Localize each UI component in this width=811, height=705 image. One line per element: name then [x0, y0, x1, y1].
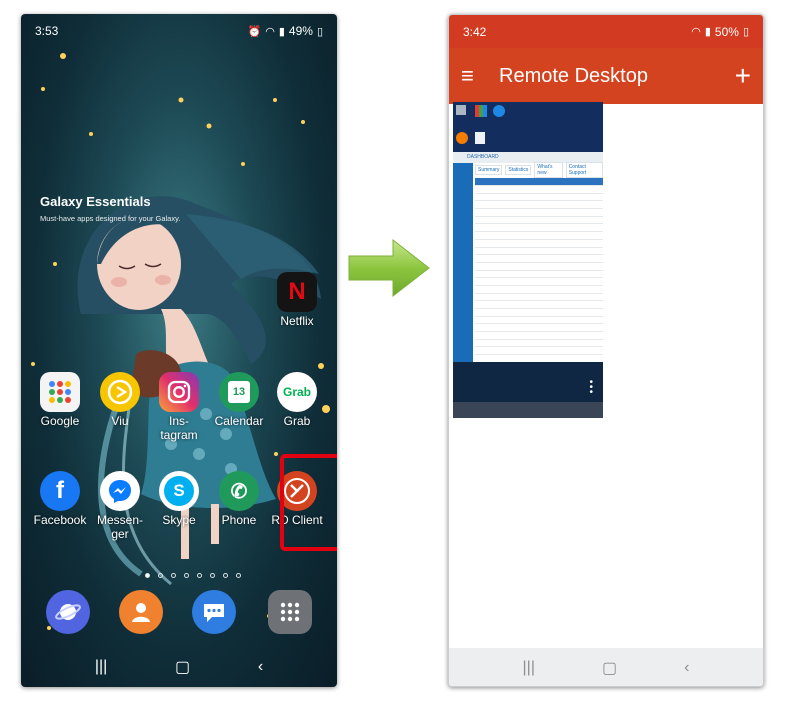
facebook-icon: f: [40, 471, 80, 511]
log-table: [475, 178, 603, 371]
viu-icon: [100, 372, 140, 412]
wifi-icon: ◠: [265, 25, 275, 38]
tab-contact-support: Contact Support: [565, 161, 603, 178]
alarm-icon: ⏰: [247, 25, 262, 38]
signal-icon: ▮: [278, 25, 285, 38]
messages-icon[interactable]: [192, 590, 236, 634]
home-icon[interactable]: ▢: [602, 658, 617, 678]
tab-whats-new: What's new: [534, 161, 563, 178]
app-label: Grab: [283, 414, 311, 428]
app-bar: ≡ Remote Desktop +: [449, 48, 763, 104]
netflix-icon: N: [277, 272, 317, 312]
status-bar: 3:53 ⏰ ◠ ▮ 49% ▯: [21, 14, 337, 48]
fairy-wallpaper: [31, 53, 330, 630]
remote-desktop-background: [453, 102, 603, 158]
remote-taskbar: [453, 402, 603, 418]
battery-icon: ▯: [316, 25, 323, 38]
home-screen-phone: 3:53 ⏰ ◠ ▮ 49% ▯ Galaxy Essentials Must-…: [21, 14, 337, 687]
navigation-bar: ||| ▢ ‹: [21, 647, 337, 687]
remote-desktop-phone: 3:42 ◠ ▮ 50% ▯ ≡ Remote Desktop + DASHBO…: [448, 14, 764, 687]
app-grab[interactable]: Grab Grab: [262, 372, 332, 428]
instagram-icon: [159, 372, 199, 412]
dashboard-window: DASHBOARD Summary Statistics What's new …: [453, 152, 603, 371]
back-icon[interactable]: ‹: [684, 659, 689, 677]
status-bar: 3:42 ◠ ▮ 50% ▯: [449, 15, 763, 48]
app-netflix[interactable]: N Netflix: [262, 272, 332, 328]
galaxy-essentials-widget[interactable]: Galaxy Essentials Must-have apps designe…: [40, 194, 180, 223]
app-title: Remote Desktop: [499, 64, 648, 87]
widget-title: Galaxy Essentials: [40, 194, 151, 209]
wifi-icon: ◠: [691, 26, 701, 38]
battery-percent: 49%: [288, 24, 313, 38]
battery-icon: ▯: [742, 26, 749, 38]
home-icon[interactable]: ▢: [175, 657, 190, 677]
signal-icon: ▮: [704, 26, 711, 38]
samsung-internet-icon[interactable]: [46, 590, 90, 634]
navigation-bar: ||| ▢ ‹: [449, 648, 763, 686]
battery-percent: 50%: [714, 24, 739, 39]
remote-desktop-thumbnail[interactable]: DASHBOARD Summary Statistics What's new …: [453, 102, 603, 418]
window-sidebar: [453, 163, 473, 363]
grab-icon: Grab: [277, 372, 317, 412]
rd-client-highlight: [280, 454, 337, 551]
back-icon[interactable]: ‹: [258, 658, 263, 676]
contacts-icon[interactable]: [119, 590, 163, 634]
tab-statistics: Statistics: [505, 164, 532, 175]
app-drawer-icon[interactable]: [268, 590, 312, 634]
more-options-icon[interactable]: • • •: [589, 378, 593, 398]
menu-icon[interactable]: ≡: [461, 63, 493, 89]
status-time: 3:42: [463, 24, 487, 39]
add-icon[interactable]: +: [735, 60, 751, 92]
recents-icon[interactable]: |||: [523, 659, 535, 677]
window-tabs: Summary Statistics What's new Contact Su…: [453, 161, 603, 178]
recents-icon[interactable]: |||: [95, 658, 107, 676]
messenger-icon: [100, 471, 140, 511]
calendar-date: 13: [228, 381, 250, 403]
widget-subtitle: Must-have apps designed for your Galaxy.: [40, 214, 181, 223]
skype-icon: S: [159, 471, 199, 511]
tab-summary: Summary: [475, 164, 503, 175]
page-indicator: [145, 573, 241, 578]
status-time: 3:53: [35, 24, 59, 38]
calendar-icon: 13: [219, 372, 259, 412]
google-folder-icon: [40, 372, 80, 412]
right-arrow-icon: [348, 238, 430, 298]
app-label: Netflix: [280, 314, 314, 328]
phone-icon: ✆: [219, 471, 259, 511]
